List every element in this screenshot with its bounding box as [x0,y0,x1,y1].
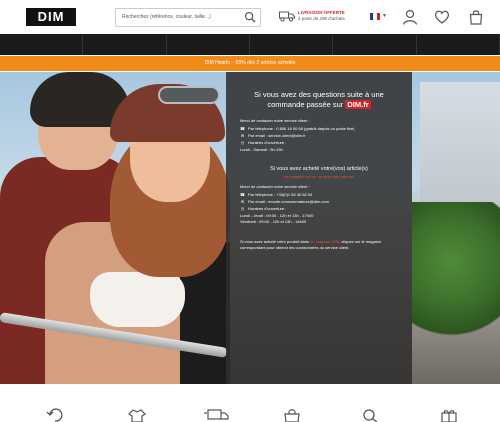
mail-icon: ✉ [240,133,245,138]
store-intro: Merci de contacter notre service client … [240,184,310,189]
nav-item[interactable] [333,34,417,55]
bag-icon[interactable] [283,408,301,422]
email-text[interactable]: Par email : service-client@dim.fr [248,133,306,139]
clock-icon: ◷ [240,206,245,211]
store-locator-link[interactable]: un magasin DIM [310,239,339,244]
background-tree [412,202,500,352]
email-row: ✉ Par email : service-client@dim.fr [240,133,398,139]
search-placeholder: Recherchez (référence, couleur, taille..… [122,14,211,20]
cart-icon[interactable] [468,9,484,25]
hours-text: Lundi - Samedi : 9h-19h [240,147,283,152]
search-input[interactable]: Recherchez (référence, couleur, taille..… [115,8,261,27]
header: DIM Recherchez (référence, couleur, tail… [0,0,500,34]
store-hours-2: Vendredi : 09:00 - 12h et 13h - 16h00 [240,219,307,224]
phone-text[interactable]: Par téléphone : 0 806 16 00 66 (gratuit … [248,126,355,132]
store-email-row: ✉ Par email : ecoute.consommateurs@dim.c… [240,199,398,205]
reassurance-bar [0,384,500,422]
store-text: en magasin ou sur un autre site internet [283,174,355,179]
delivery-icon[interactable] [204,408,230,422]
store-phone-row: ☎ Par téléphone : +33(0)1 80 40 82 94 [240,192,398,198]
delivery-banner[interactable]: LIVRAISON OFFERTE à partir de 29€ d'acha… [298,10,345,22]
truck-icon [279,11,295,22]
store-hours-row: ◷ Horaires d'ouverture : [240,206,398,212]
passenger-bra [90,272,185,327]
site-link[interactable]: DIM.fr [345,100,371,109]
store-phone-text[interactable]: Par téléphone : +33(0)1 80 40 82 94 [248,192,312,198]
category-nav [0,34,500,55]
goggles [158,86,220,104]
search-store-icon[interactable] [361,408,379,422]
mail-icon: ✉ [240,199,245,204]
nav-item[interactable] [0,34,84,55]
panel-heading: Si vous avez des questions suite à une c… [240,90,398,110]
panel-heading-2: Si vous avez acheté votre(vos) article(s… [270,166,368,172]
nav-item[interactable] [167,34,250,55]
search-icon[interactable] [244,10,256,24]
nav-item[interactable] [417,34,500,55]
footer-text-a: Si vous avez acheté votre produit dans [240,239,311,244]
heart-icon[interactable] [434,9,450,25]
promo-text: DIM Hearts : -50% dès 2 articles achetés [204,60,296,66]
phone-icon: ☎ [240,126,245,131]
return-icon[interactable] [46,408,64,422]
shirt-icon[interactable] [128,408,146,422]
contact-intro: Merci de contacter notre service client … [240,118,310,123]
gift-icon[interactable] [440,408,458,422]
dim-logo[interactable]: DIM [26,8,76,26]
store-email-text[interactable]: Par email : ecoute.consommateurs@dim.com [248,199,329,205]
customer-service-panel: Si vous avez des questions suite à une c… [226,72,412,384]
phone-icon: ☎ [240,192,245,197]
hero-image: Si vous avez des questions suite à une c… [0,72,500,384]
france-flag-icon[interactable] [370,13,380,20]
nav-item[interactable] [83,34,167,55]
hours-title: Horaires d'ouverture : [248,140,287,145]
panel-footer: Si vous avez acheté votre produit dans u… [240,239,398,251]
background-building [420,82,500,212]
hours-row: ◷ Horaires d'ouverture : [240,140,398,146]
clock-icon: ◷ [240,140,245,145]
promo-banner[interactable]: DIM Hearts : -50% dès 2 articles achetés [0,56,500,71]
delivery-subtitle: à partir de 29€ d'achats [298,16,345,21]
phone-row: ☎ Par téléphone : 0 806 16 00 66 (gratui… [240,126,398,132]
nav-item[interactable] [250,34,334,55]
account-icon[interactable] [402,9,418,25]
store-hours-title: Horaires d'ouverture : [248,206,287,211]
language-caret[interactable]: ▼ [382,13,387,19]
